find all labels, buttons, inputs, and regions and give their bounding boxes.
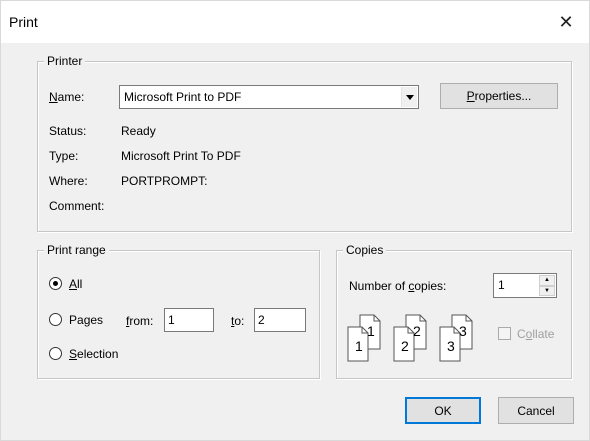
- print-range-group-label: Print range: [44, 243, 109, 257]
- set-2-back-number: 2: [413, 323, 421, 339]
- collate-label: Collate: [517, 327, 555, 341]
- set-3-front-number: 3: [447, 338, 455, 354]
- status-label: Status:: [49, 124, 87, 138]
- set-1-back-number: 1: [367, 323, 375, 339]
- printer-name-value: Microsoft Print to PDF: [124, 90, 242, 104]
- selection-label[interactable]: Selection: [69, 347, 118, 361]
- set-3-back-number: 3: [459, 323, 467, 339]
- selection-radio[interactable]: [49, 347, 62, 360]
- title-bar: Print ✕: [1, 1, 589, 43]
- from-input[interactable]: 1: [164, 308, 214, 332]
- all-radio[interactable]: [49, 277, 62, 290]
- collate-checkbox[interactable]: [498, 327, 511, 340]
- to-label: to:: [231, 314, 245, 328]
- dialog-title: Print: [9, 14, 38, 30]
- ok-button[interactable]: OK: [405, 397, 481, 424]
- printer-name-select[interactable]: Microsoft Print to PDF: [119, 85, 419, 109]
- properties-button-rest: roperties...: [474, 89, 532, 103]
- copies-spinner[interactable]: 1 ▲ ▼: [493, 273, 557, 298]
- cancel-button[interactable]: Cancel: [498, 397, 574, 424]
- name-label: Name:: [49, 90, 85, 104]
- number-of-copies-label: Number of copies:: [349, 279, 447, 293]
- pages-label[interactable]: Pages: [69, 313, 103, 327]
- properties-button[interactable]: Properties...: [440, 83, 558, 109]
- page-set-1: [347, 314, 381, 362]
- name-label-rest: ame:: [57, 90, 85, 104]
- all-label-rest: ll: [77, 277, 83, 291]
- to-input[interactable]: 2: [254, 308, 306, 332]
- pages-radio[interactable]: [49, 313, 62, 326]
- type-label: Type:: [49, 149, 79, 163]
- chevron-down-icon: [405, 94, 414, 100]
- all-label[interactable]: All: [69, 277, 82, 291]
- from-value: 1: [168, 313, 175, 327]
- page-set-2: [393, 314, 427, 362]
- close-button[interactable]: ✕: [543, 1, 589, 43]
- type-value: Microsoft Print To PDF: [121, 149, 241, 163]
- spin-down-icon[interactable]: ▼: [539, 285, 555, 296]
- status-value: Ready: [121, 124, 156, 138]
- printer-group-label: Printer: [44, 54, 86, 68]
- from-label: from:: [126, 314, 154, 328]
- set-1-front-number: 1: [355, 338, 363, 354]
- copies-value: 1: [498, 278, 505, 292]
- comment-label: Comment:: [49, 199, 105, 213]
- where-label: Where:: [49, 174, 88, 188]
- print-dialog: Print ✕ Printer Name: Microsoft Print to…: [0, 0, 590, 441]
- spin-up-icon[interactable]: ▲: [539, 275, 555, 286]
- where-value: PORTPROMPT:: [121, 174, 208, 188]
- close-icon: ✕: [558, 11, 574, 32]
- dropdown-button[interactable]: [401, 87, 417, 107]
- copies-group-label: Copies: [343, 243, 387, 257]
- set-2-front-number: 2: [401, 338, 409, 354]
- page-set-3: [439, 314, 473, 362]
- to-value: 2: [258, 313, 265, 327]
